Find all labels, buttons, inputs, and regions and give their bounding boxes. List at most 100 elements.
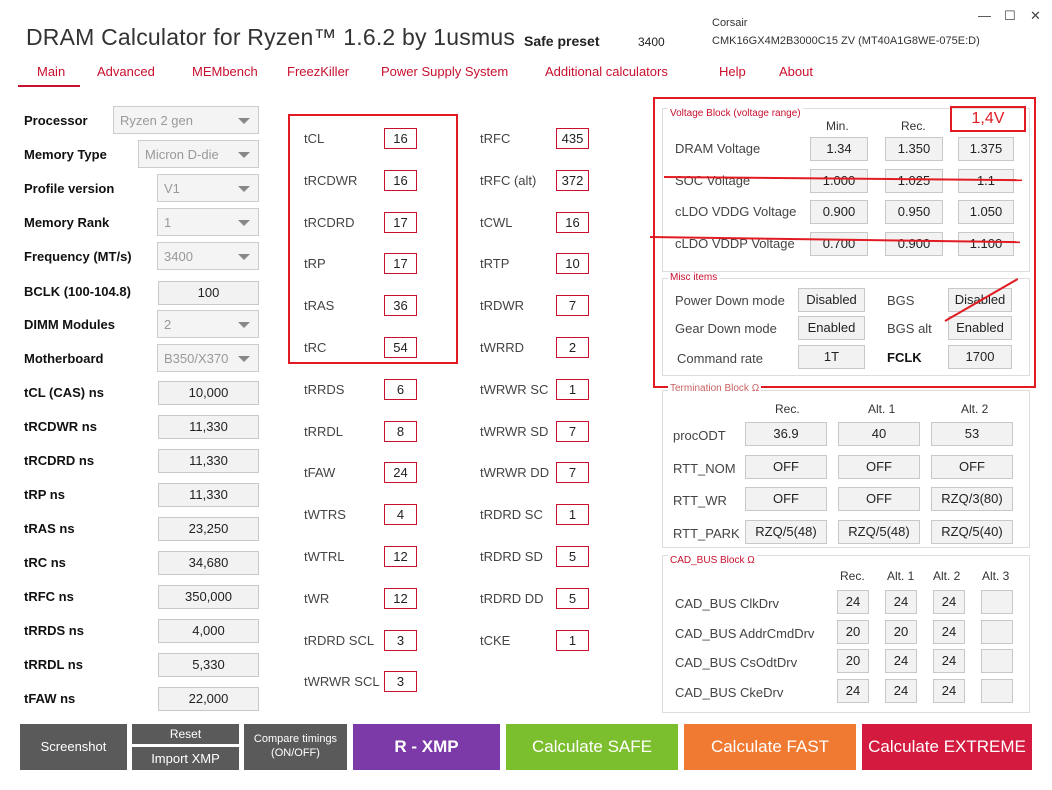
ns-value[interactable]: 23,250 <box>158 517 259 541</box>
timing-value[interactable]: 16 <box>556 211 589 233</box>
reset-button[interactable]: Reset <box>132 724 239 744</box>
close-button[interactable]: ✕ <box>1030 8 1041 24</box>
processor-select[interactable]: Ryzen 2 gen <box>113 106 259 134</box>
termination-value[interactable]: OFF <box>838 487 920 511</box>
timing-value[interactable]: 4 <box>384 504 417 526</box>
termination-value[interactable]: RZQ/3(80) <box>931 487 1013 511</box>
termination-value[interactable]: OFF <box>838 454 920 479</box>
timing-value[interactable]: 5 <box>556 587 589 609</box>
termination-value[interactable]: RZQ/5(48) <box>838 519 920 544</box>
timing-value[interactable]: 435 <box>556 128 589 149</box>
tab-membench[interactable]: MEMbench <box>192 64 258 79</box>
cad-value[interactable] <box>981 678 1013 703</box>
ns-label: tRC ns <box>24 555 66 570</box>
timing-value[interactable]: 372 <box>556 169 589 191</box>
cad-value[interactable]: 20 <box>837 649 869 673</box>
motherboard-select[interactable]: B350/X370 <box>157 344 259 372</box>
timing-label: tRRDL <box>304 423 344 439</box>
dimm-modules-label: DIMM Modules <box>24 317 115 332</box>
module-part-number: CMK16GX4M2B3000C15 ZV (MT40A1G8WE-075E:D… <box>712 35 980 47</box>
termination-value[interactable]: OFF <box>745 487 827 511</box>
ns-value[interactable]: 11,330 <box>158 449 259 473</box>
tab-advanced[interactable]: Advanced <box>97 64 155 79</box>
cad-value[interactable]: 24 <box>933 619 965 644</box>
timing-label: tWR <box>304 590 330 606</box>
cad-value[interactable]: 24 <box>837 678 869 703</box>
minimize-button[interactable]: — <box>978 8 991 23</box>
timing-value[interactable]: 3 <box>384 629 417 651</box>
ns-value[interactable]: 350,000 <box>158 585 259 609</box>
cad-value[interactable]: 24 <box>885 678 917 703</box>
termination-value[interactable]: OFF <box>931 454 1013 479</box>
dimm-modules-value: 2 <box>164 317 172 332</box>
termination-value[interactable]: OFF <box>745 454 827 479</box>
maximize-button[interactable]: ☐ <box>1004 8 1016 24</box>
termination-value[interactable]: RZQ/5(40) <box>931 519 1013 544</box>
compare-timings-button[interactable]: Compare timings (ON/OFF) <box>244 724 347 770</box>
cad-value[interactable]: 24 <box>885 590 917 614</box>
cad-value[interactable] <box>981 590 1013 614</box>
dimm-modules-select[interactable]: 2 <box>157 310 259 338</box>
ns-label: tCL (CAS) ns <box>24 385 104 400</box>
timing-value[interactable]: 6 <box>384 378 417 400</box>
timing-value[interactable]: 1 <box>556 504 589 526</box>
timing-value[interactable]: 24 <box>384 462 417 484</box>
ns-value[interactable]: 11,330 <box>158 415 259 439</box>
timing-value[interactable]: 12 <box>384 587 417 609</box>
cad-value[interactable]: 20 <box>885 619 917 644</box>
termination-value[interactable]: 36.9 <box>745 422 827 446</box>
memory-type-select[interactable]: Micron D-die <box>138 140 259 168</box>
cad-value[interactable]: 24 <box>885 649 917 673</box>
timing-value[interactable]: 10 <box>556 253 589 275</box>
tab-power-supply-system[interactable]: Power Supply System <box>381 64 508 79</box>
cad-value[interactable]: 24 <box>837 590 869 614</box>
bclk-input[interactable]: 100 <box>158 281 259 305</box>
tab-freezkiller[interactable]: FreezKiller <box>287 64 349 79</box>
cad-value[interactable] <box>981 619 1013 644</box>
motherboard-value: B350/X370 <box>164 351 229 366</box>
timing-value[interactable]: 12 <box>384 546 417 567</box>
termination-value[interactable]: RZQ/5(48) <box>745 519 827 544</box>
compare-timings-line2: (ON/OFF) <box>271 747 320 759</box>
cad-value[interactable]: 20 <box>837 619 869 644</box>
profile-version-select[interactable]: V1 <box>157 174 259 202</box>
tab-additional-calculators[interactable]: Additional calculators <box>545 64 668 79</box>
cad-value[interactable]: 24 <box>933 678 965 703</box>
termination-label: RTT_WR <box>673 493 727 508</box>
memory-rank-select[interactable]: 1 <box>157 208 259 236</box>
ns-value[interactable]: 11,330 <box>158 483 259 507</box>
ns-value[interactable]: 34,680 <box>158 551 259 575</box>
tab-help[interactable]: Help <box>719 64 746 79</box>
timing-value[interactable]: 8 <box>384 420 417 442</box>
termination-header: Alt. 1 <box>868 402 896 416</box>
import-xmp-button[interactable]: Import XMP <box>132 747 239 770</box>
calculate-fast-button[interactable]: Calculate FAST <box>684 724 856 770</box>
calculate-safe-button[interactable]: Calculate SAFE <box>506 724 678 770</box>
timing-value[interactable]: 1 <box>556 629 589 651</box>
cad-value[interactable] <box>981 649 1013 673</box>
termination-value[interactable]: 40 <box>838 422 920 446</box>
cad-value[interactable]: 24 <box>933 590 965 614</box>
timing-value[interactable]: 5 <box>556 546 589 567</box>
tab-about[interactable]: About <box>779 64 813 79</box>
termination-value[interactable]: 53 <box>931 422 1013 446</box>
r-xmp-button[interactable]: R - XMP <box>353 724 500 770</box>
cad-value[interactable]: 24 <box>933 649 965 673</box>
frequency-select[interactable]: 3400 <box>157 242 259 270</box>
timing-value[interactable]: 1 <box>556 378 589 400</box>
tab-main[interactable]: Main <box>37 64 65 79</box>
compare-timings-line1: Compare timings <box>253 733 338 745</box>
screenshot-button[interactable]: Screenshot <box>20 724 127 770</box>
ns-value[interactable]: 22,000 <box>158 687 259 711</box>
ns-value[interactable]: 5,330 <box>158 653 259 677</box>
termination-label: procODT <box>673 428 726 443</box>
ns-value[interactable]: 10,000 <box>158 381 259 405</box>
timing-value[interactable]: 7 <box>556 420 589 442</box>
timing-value[interactable]: 3 <box>384 671 417 693</box>
termination-header: Rec. <box>775 402 800 416</box>
ns-value[interactable]: 4,000 <box>158 619 259 643</box>
timing-value[interactable]: 7 <box>556 462 589 484</box>
calculate-extreme-button[interactable]: Calculate EXTREME <box>862 724 1032 770</box>
timing-value[interactable]: 7 <box>556 295 589 317</box>
timing-value[interactable]: 2 <box>556 337 589 358</box>
